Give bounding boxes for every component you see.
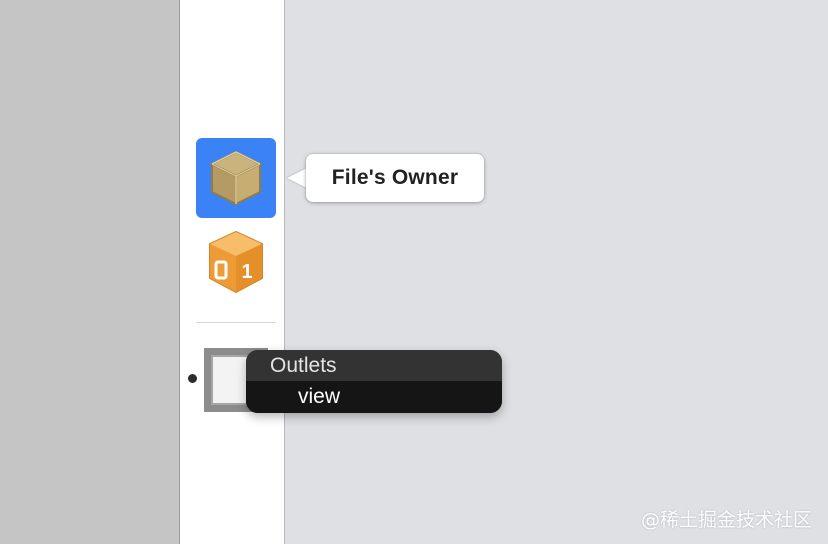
watermark: @稀土掘金技术社区 (640, 509, 812, 531)
tooltip-label: File's Owner (331, 166, 459, 189)
outlets-hud: Outlets view (246, 350, 502, 413)
outlet-item-view[interactable]: view (246, 381, 502, 413)
connection-dot[interactable] (188, 374, 197, 383)
first-responder-item[interactable]: 1 (204, 228, 268, 296)
files-owner-item[interactable] (196, 138, 276, 218)
tooltip-arrow (287, 168, 307, 188)
first-responder-cube-icon: 1 (209, 230, 263, 294)
files-owner-tooltip: File's Owner (306, 154, 484, 202)
dock-divider (196, 322, 276, 323)
responder-badge-number: 1 (241, 261, 252, 283)
outlets-header: Outlets (246, 350, 502, 381)
interface-builder-workspace: 1 File's Owner Outlets view @稀土掘金技术社区 (0, 0, 828, 544)
left-gutter (0, 0, 180, 544)
files-owner-cube-icon (209, 150, 263, 206)
design-canvas[interactable] (285, 0, 828, 544)
